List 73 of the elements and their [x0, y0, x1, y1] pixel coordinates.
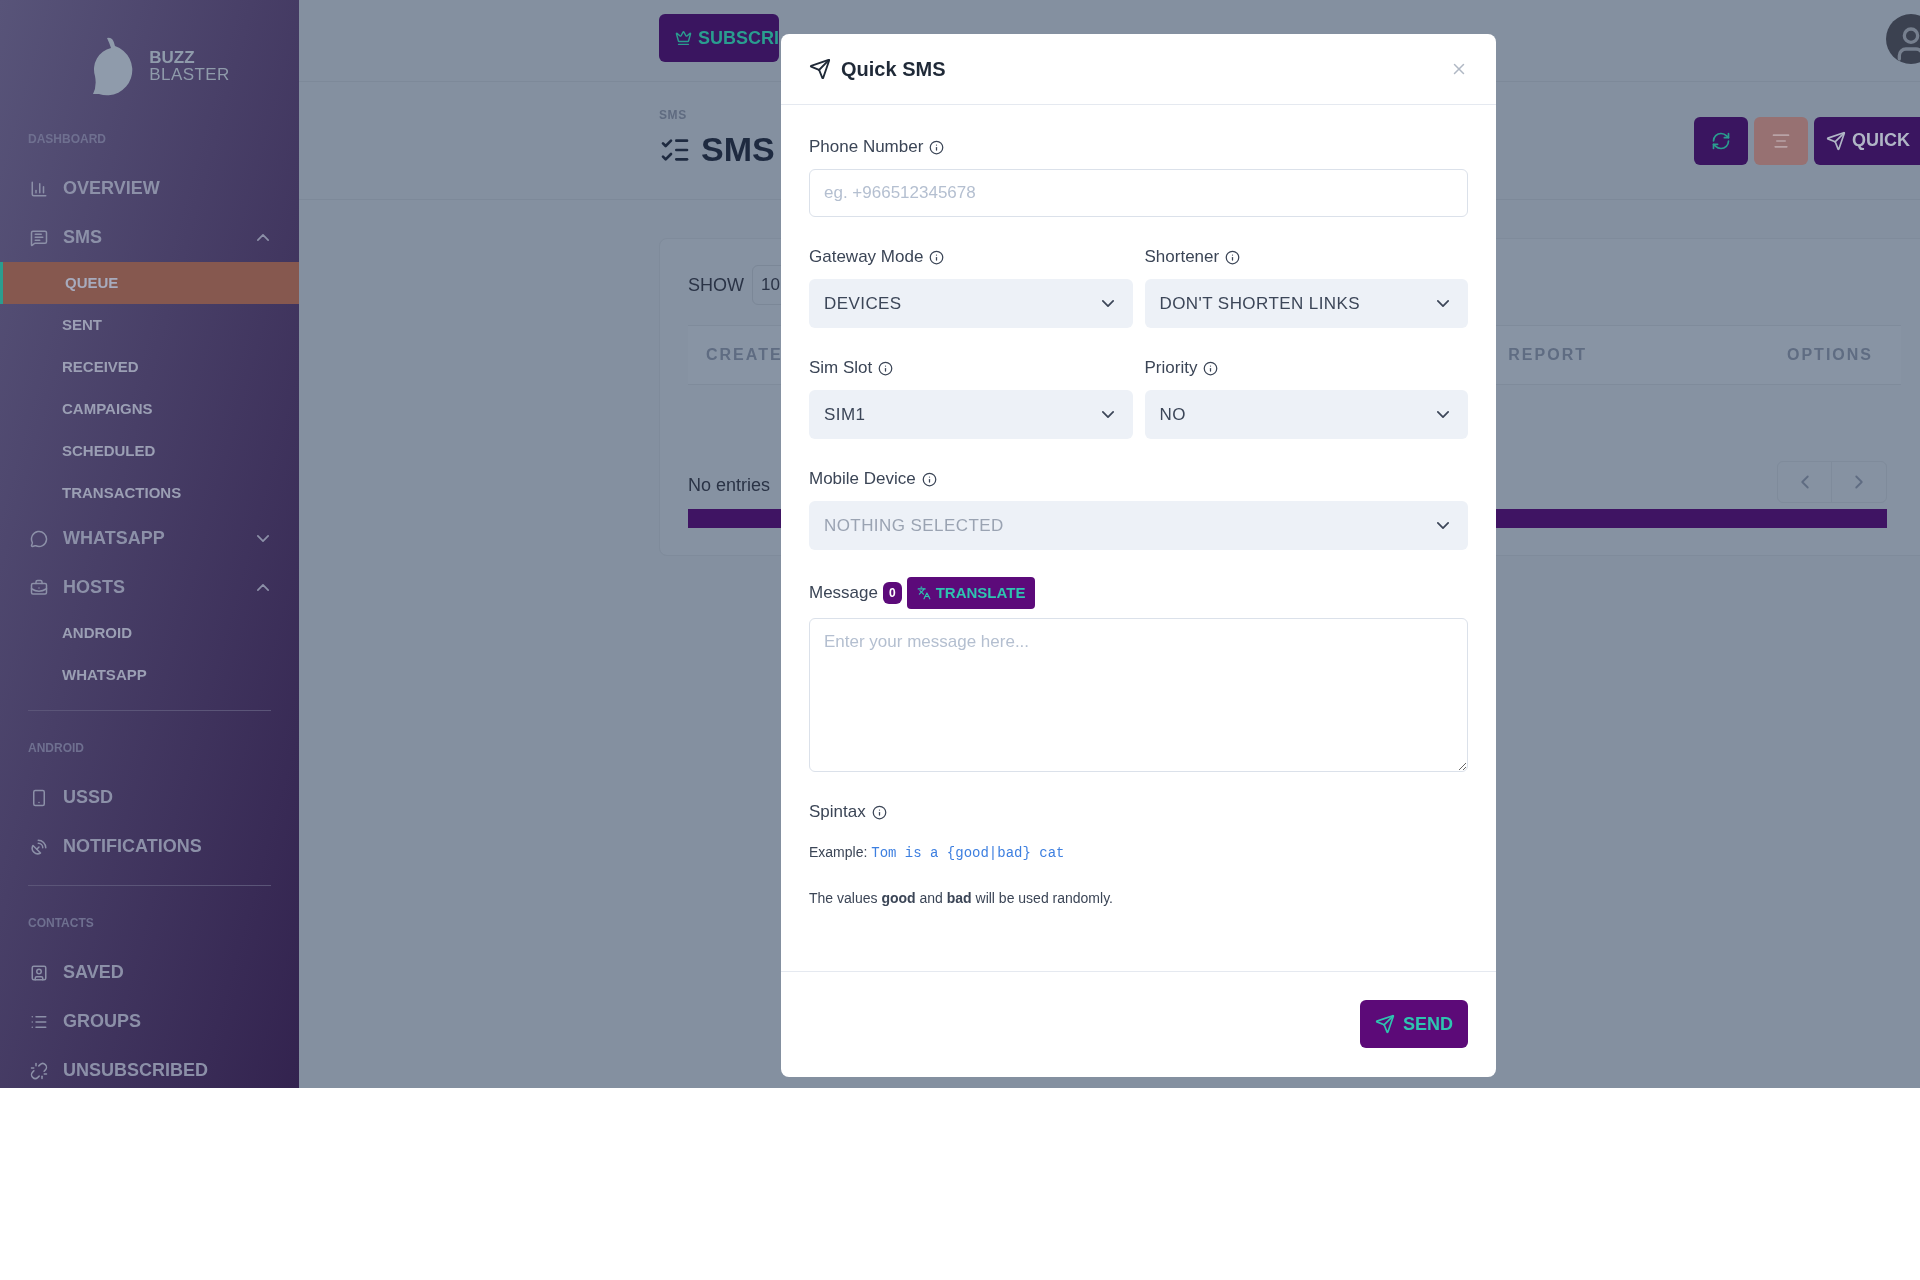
paper-plane-icon [809, 58, 831, 80]
chevron-down-icon [1101, 300, 1114, 307]
sidebar-subitem[interactable]: SCHEDULED [0, 430, 299, 472]
sidebar-item[interactable]: GROUPS [0, 997, 299, 1046]
sidebar-subitem[interactable]: RECEIVED [0, 346, 299, 388]
sidebar-item[interactable]: SAVED [0, 948, 299, 997]
chevron-down-icon [1101, 411, 1114, 418]
translate-icon [916, 586, 931, 600]
refresh-icon [1711, 130, 1731, 151]
field-label: Spintax [809, 801, 866, 824]
paper-plane-icon [1826, 130, 1846, 151]
section-heading: CONTACTS [28, 915, 95, 932]
dropdown-field[interactable]: SIM1 [809, 390, 1133, 439]
dropdown-field[interactable]: NO [1144, 390, 1468, 439]
sidebar-item[interactable]: USSD [0, 773, 299, 822]
chevron-down-icon [1437, 411, 1449, 418]
dialog-title: Quick SMS [841, 57, 946, 82]
show-label: SHOW [688, 273, 744, 297]
field-label: Mobile Device [809, 468, 916, 491]
sidebar-item[interactable]: UNSUBSCRIBED [0, 1046, 299, 1095]
refresh-button[interactable] [1694, 116, 1748, 165]
bar-chart-icon [30, 179, 48, 198]
field-label: Phone Number [809, 136, 924, 159]
paper-plane-icon [1375, 1014, 1395, 1034]
sidebar-item[interactable]: SMS [0, 213, 299, 262]
sidebar-subitem[interactable]: CAMPAIGNS [0, 388, 299, 430]
contact-card-icon [30, 963, 48, 982]
translate-button[interactable]: TRANSLATE [906, 577, 1036, 609]
info-icon[interactable] [1203, 360, 1219, 376]
character-count-badge: 0 [883, 582, 902, 604]
brand-name: BLASTER [149, 66, 230, 83]
info-icon[interactable] [929, 139, 945, 155]
spintax-example: Example: Tom is a {good|bad} cat [809, 843, 1066, 863]
satellite-dish-icon [30, 837, 48, 856]
dropdown-field[interactable]: NOTHING SELECTED [809, 501, 1468, 550]
page-title: SMS [701, 129, 775, 170]
subscription-button[interactable]: SUBSCRI [659, 14, 779, 62]
sidebar-subitem[interactable]: TRANSACTIONS [0, 472, 299, 514]
info-icon[interactable] [878, 360, 894, 376]
phone-icon [30, 788, 48, 807]
empty-table-text: No entries [688, 474, 771, 497]
sidebar-item[interactable]: WHATSAPP [0, 514, 299, 563]
field-label: Shortener [1144, 246, 1220, 269]
dropdown-field[interactable]: DEVICES [809, 279, 1133, 328]
chat-bubble-icon [30, 529, 48, 548]
message-icon [30, 228, 48, 247]
crown-icon [675, 28, 692, 48]
phone-number-field[interactable]: eg. +966512345678 [809, 169, 1468, 217]
sidebar-item[interactable]: HOSTS [0, 563, 299, 612]
sidebar-subitem[interactable]: QUEUE [0, 262, 299, 304]
dropdown-field[interactable]: DON'T SHORTEN LINKS [1144, 279, 1468, 328]
sidebar-subitem[interactable]: WHATSAPP [0, 654, 299, 696]
sidebar-item[interactable]: NOTIFICATIONS [0, 822, 299, 871]
broken-link-icon [30, 1061, 48, 1080]
info-icon[interactable] [921, 471, 937, 487]
field-label: Gateway Mode [809, 246, 924, 269]
quick-button[interactable]: QUICK [1814, 116, 1920, 165]
info-icon[interactable] [871, 804, 887, 820]
spintax-note: The values good and bad will be used randomly. [809, 889, 1114, 908]
info-icon[interactable] [929, 249, 945, 265]
field-label: Sim Slot [809, 357, 873, 380]
field-label: Priority [1144, 357, 1198, 380]
sidebar-subitem[interactable]: ANDROID [0, 612, 299, 654]
sidebar-subitem[interactable]: SENT [0, 304, 299, 346]
brand-name: BUZZ [149, 49, 196, 66]
message-field[interactable]: Enter your message here... [809, 618, 1468, 772]
chevron-down-icon [1437, 300, 1449, 307]
briefcase-icon [30, 578, 48, 597]
chevron-down-icon [1437, 522, 1449, 529]
send-button[interactable]: SEND [1360, 1000, 1468, 1048]
info-icon[interactable] [1225, 249, 1241, 265]
sidebar-item[interactable]: OVERVIEW [0, 164, 299, 213]
field-label: Message [809, 582, 878, 605]
